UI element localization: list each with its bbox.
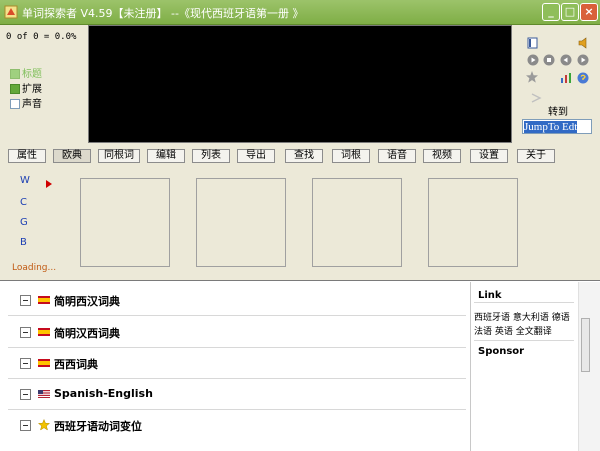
sound-checkbox[interactable]: [10, 99, 20, 109]
eudict-button[interactable]: 欧典: [53, 149, 91, 163]
separator: [474, 302, 574, 303]
option-extend-label: 扩展: [22, 84, 42, 95]
voice-button[interactable]: 语音: [378, 149, 416, 163]
edit-button[interactable]: 编辑: [147, 149, 185, 163]
jump-to-input[interactable]: JumpTo Edt: [522, 119, 592, 134]
link-line-2[interactable]: 法语 英语 全文翻译: [474, 324, 552, 337]
collapse-icon[interactable]: [20, 389, 31, 400]
letter-g[interactable]: G: [20, 217, 28, 228]
image-box-1: [80, 178, 170, 267]
letter-c[interactable]: C: [20, 197, 27, 208]
title-checkbox[interactable]: [10, 69, 20, 79]
option-title[interactable]: 标题: [10, 68, 42, 81]
find-button[interactable]: 查找: [285, 149, 323, 163]
collapse-icon[interactable]: [20, 327, 31, 338]
star-icon: [38, 419, 50, 431]
dictionary-row[interactable]: 简明汉西词典: [8, 317, 466, 348]
option-sound[interactable]: 声音: [10, 98, 42, 111]
goto-label: 转到: [548, 107, 568, 118]
link-line-1[interactable]: 西班牙语 意大利语 德语: [474, 310, 570, 323]
dictionary-label: 简明汉西词典: [54, 327, 120, 340]
root-button[interactable]: 词根: [332, 149, 370, 163]
sponsor-title: Sponsor: [478, 346, 525, 357]
scrollbar-thumb[interactable]: [581, 318, 590, 372]
about-button[interactable]: 关于: [517, 149, 555, 163]
dictionary-label: Spanish-English: [54, 387, 153, 400]
dictionary-row[interactable]: 西班牙语动词变位: [8, 410, 466, 441]
next-icon[interactable]: [577, 54, 589, 66]
dictionary-row[interactable]: 西西词典: [8, 348, 466, 379]
loading-text: Loading...: [12, 263, 57, 273]
spain-flag-icon: [38, 359, 50, 367]
properties-button[interactable]: 属性: [8, 149, 46, 163]
dictionary-label: 西西词典: [54, 358, 98, 371]
close-button[interactable]: ×: [580, 3, 598, 21]
image-box-4: [428, 178, 518, 267]
minimize-button[interactable]: _: [542, 3, 560, 21]
progress-counter: 0 of 0 = 0.0%: [6, 32, 77, 42]
letter-b[interactable]: B: [20, 237, 27, 248]
book-icon[interactable]: [527, 37, 539, 49]
play-indicator-icon[interactable]: [46, 180, 52, 188]
image-box-3: [312, 178, 402, 267]
option-sound-label: 声音: [22, 99, 42, 110]
dictionary-row[interactable]: Spanish-English: [8, 379, 466, 410]
speaker-icon[interactable]: [578, 37, 590, 49]
play-icon[interactable]: [527, 54, 539, 66]
dictionary-label: 西班牙语动词变位: [54, 420, 142, 433]
arrow-icon: [531, 93, 542, 103]
previous-icon[interactable]: [560, 54, 572, 66]
bar-chart-icon[interactable]: [560, 72, 572, 84]
window-title: 单词探索者 V4.59【未注册】 --《现代西班牙语第一册 》: [22, 7, 304, 20]
dictionary-row[interactable]: 简明西汉词典: [8, 285, 466, 316]
separator: [474, 340, 574, 341]
link-panel: [470, 282, 578, 451]
link-title: Link: [478, 290, 502, 301]
option-extend[interactable]: 扩展: [10, 83, 42, 96]
help-icon[interactable]: [577, 72, 589, 84]
settings-button[interactable]: 设置: [470, 149, 508, 163]
star-icon[interactable]: [525, 70, 539, 84]
list-button[interactable]: 列表: [192, 149, 230, 163]
letter-w[interactable]: W: [20, 175, 30, 186]
collapse-icon[interactable]: [20, 358, 31, 369]
app-logo-icon: [4, 5, 18, 19]
maximize-button[interactable]: □: [561, 3, 579, 21]
video-button[interactable]: 视频: [423, 149, 461, 163]
export-button[interactable]: 导出: [237, 149, 275, 163]
collapse-icon[interactable]: [20, 295, 31, 306]
spain-flag-icon: [38, 296, 50, 304]
image-box-2: [196, 178, 286, 267]
extend-checkbox[interactable]: [10, 84, 20, 94]
collapse-icon[interactable]: [20, 420, 31, 431]
stop-icon[interactable]: [543, 54, 555, 66]
option-title-label: 标题: [22, 69, 42, 80]
jump-to-value: JumpTo Edt: [524, 121, 578, 133]
cognates-button[interactable]: 同根词: [98, 149, 140, 163]
us-flag-icon: [38, 390, 50, 398]
video-display: [88, 25, 512, 143]
spain-flag-icon: [38, 328, 50, 336]
dictionary-label: 简明西汉词典: [54, 295, 120, 308]
